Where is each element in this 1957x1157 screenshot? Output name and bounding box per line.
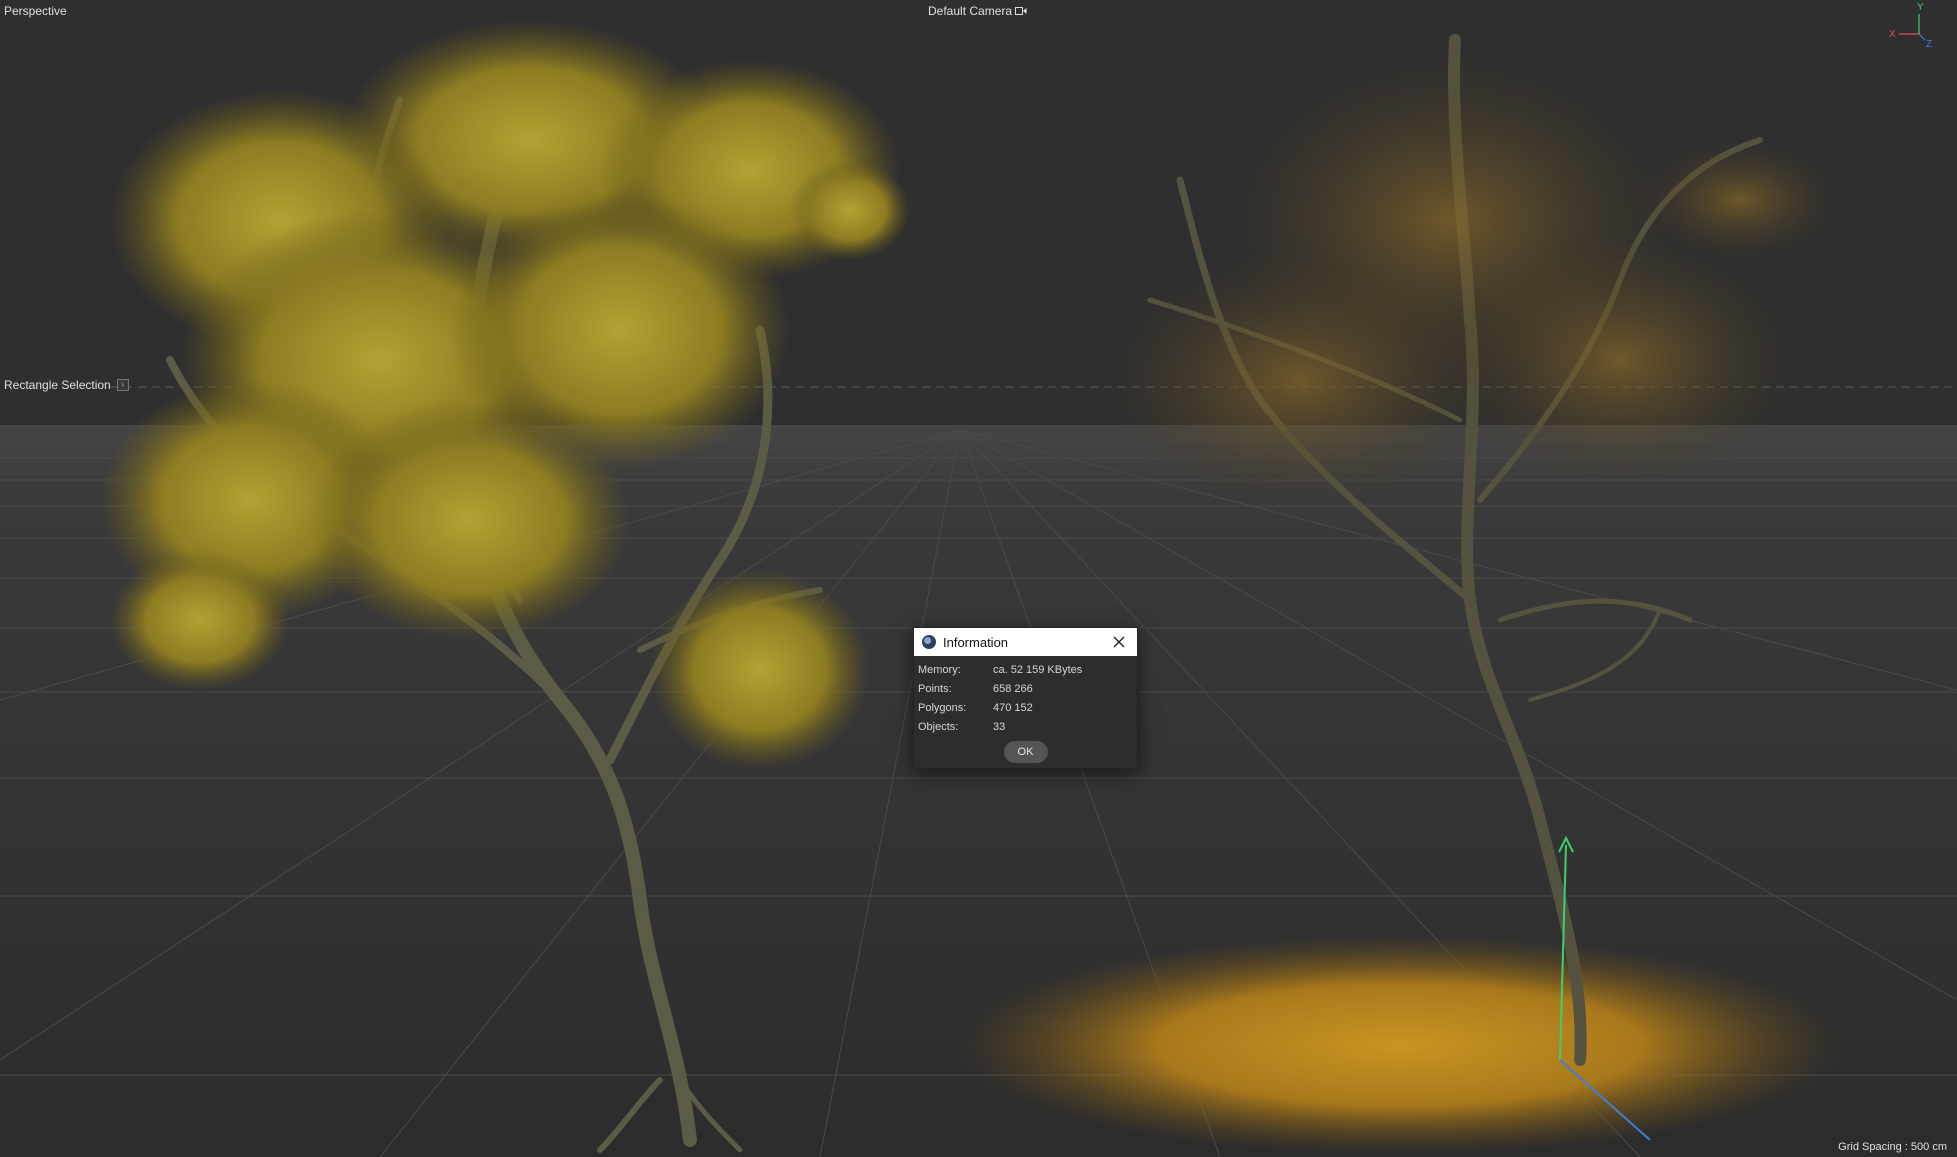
active-tool-name: Rectangle Selection — [4, 378, 111, 392]
dialog-body: Memory: ca. 52 159 KBytes Points: 658 26… — [914, 656, 1137, 763]
axis-orientation-gizmo: Y X Z — [1887, 2, 1937, 54]
dialog-title: Information — [943, 634, 1009, 650]
3d-viewport[interactable]: Perspective Default Camera Rectangle Sel… — [0, 0, 1957, 1157]
dialog-titlebar[interactable]: Information — [914, 628, 1137, 656]
info-value: 33 — [993, 720, 1006, 733]
info-key: Points: — [918, 682, 952, 695]
active-tool-label[interactable]: Rectangle Selection › — [4, 378, 129, 392]
camera-icon — [1015, 7, 1027, 15]
info-key: Objects: — [918, 720, 959, 733]
info-key: Memory: — [918, 663, 961, 676]
axis-z-label: Z — [1926, 39, 1933, 50]
info-row-objects: Objects: 33 — [918, 717, 1133, 736]
axis-y-label: Y — [1917, 2, 1924, 13]
leaf-litter — [960, 935, 1840, 1155]
info-value: ca. 52 159 KBytes — [993, 663, 1083, 676]
ok-button[interactable]: OK — [1003, 741, 1048, 763]
info-value: 470 152 — [993, 701, 1033, 714]
information-dialog: Information Memory: ca. 52 159 KBytes Po… — [913, 627, 1138, 769]
view-name-label[interactable]: Perspective — [4, 4, 67, 18]
info-row-points: Points: 658 266 — [918, 679, 1133, 698]
info-row-memory: Memory: ca. 52 159 KBytes — [918, 660, 1133, 679]
camera-name: Default Camera — [928, 4, 1013, 18]
camera-selector[interactable]: Default Camera — [928, 4, 1027, 18]
info-key: Polygons: — [918, 701, 967, 714]
grid-spacing-label: Grid Spacing : 500 cm — [1838, 1141, 1947, 1153]
chevron-right-icon[interactable]: › — [116, 379, 129, 391]
axis-x-label: X — [1889, 29, 1896, 40]
cinema4d-app-icon — [922, 635, 936, 649]
scene-render — [0, 0, 1957, 1157]
close-icon[interactable] — [1109, 632, 1129, 652]
info-value: 658 266 — [993, 682, 1033, 695]
info-row-polygons: Polygons: 470 152 — [918, 698, 1133, 717]
